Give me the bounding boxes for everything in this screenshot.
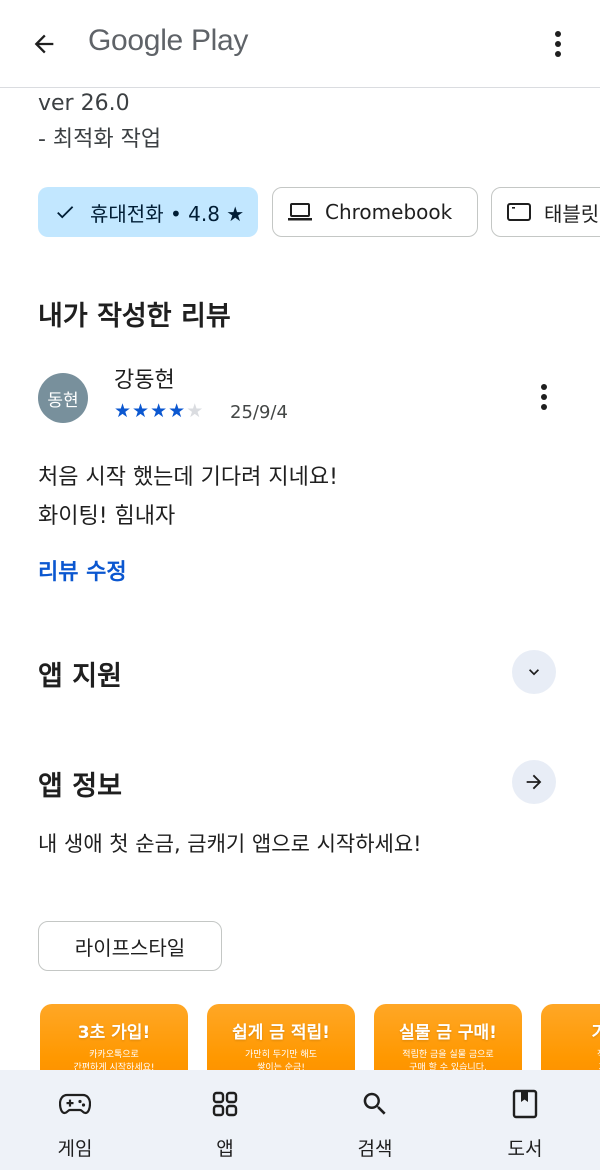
screenshot-headline: 3초 가입!: [77, 1023, 151, 1043]
chip-chromebook-label: Chromebook: [325, 200, 453, 224]
laptop-icon: [287, 199, 313, 225]
nav-label: 앱: [216, 1138, 234, 1160]
review-text-line: 처음 시작 했는데 기다려 지네요!: [38, 465, 338, 490]
update-note: - 최적화 작업: [38, 127, 162, 152]
screenshot-card[interactable]: 실물 금 구매! 적립한 금을 실물 금으로 구매 할 수 있습니다.: [374, 1004, 522, 1074]
top-app-bar: Google Play: [0, 0, 600, 88]
book-icon: [509, 1088, 541, 1120]
chip-tablet[interactable]: 태블릿: [491, 187, 600, 237]
review-text-line: 화이팅! 힘내자: [38, 504, 176, 529]
chip-phone-label: 휴대전화 • 4.8 ★: [90, 201, 245, 226]
edit-review-link[interactable]: 리뷰 수정: [38, 554, 127, 586]
nav-label: 검색: [357, 1138, 393, 1160]
nav-label: 도서: [507, 1138, 543, 1160]
nav-label: 게임: [57, 1138, 93, 1160]
about-app-title: 앱 정보: [38, 771, 122, 802]
gamepad-icon: [59, 1088, 91, 1120]
nav-item-books[interactable]: 도서: [450, 1070, 600, 1170]
avatar: 동현: [38, 373, 88, 423]
screenshot-subtext: 카카오톡으로: [89, 1050, 139, 1060]
screenshot-subtext: 가만히 두기만 해도: [245, 1050, 317, 1060]
arrow-right-icon: [526, 774, 542, 790]
review-text: 처음 시작 했는데 기다려 지네요! 화이팅! 힘내자: [38, 458, 338, 536]
device-chips: 휴대전화 • 4.8 ★ Chromebook 태블릿: [38, 187, 600, 239]
apps-grid-icon: [209, 1088, 241, 1120]
category-chip[interactable]: 라이프스타일: [38, 921, 222, 971]
my-review-title: 내가 작성한 리뷰: [38, 301, 231, 332]
app-description: 내 생애 첫 순금, 금캐기 앱으로 시작하세요!: [38, 832, 422, 856]
bottom-navigation: 게임 앱 검색 도서: [0, 1070, 600, 1170]
screenshot-subtext: 적립한 금을 실물 금으로: [402, 1050, 494, 1060]
more-vert-icon[interactable]: [546, 26, 570, 62]
screenshot-card[interactable]: 3초 가입! 카카오톡으로 간편하게 시작하세요!: [40, 1004, 188, 1074]
screenshot-card[interactable]: 기프티 적립한 금 기프티콘: [541, 1004, 600, 1074]
chip-phone[interactable]: 휴대전화 • 4.8 ★: [38, 187, 258, 237]
chevron-down-icon: [529, 669, 539, 676]
tablet-icon: [506, 199, 532, 225]
star-filled-icon: ★: [132, 400, 151, 422]
reviewer-name: 강동현: [114, 368, 175, 393]
nav-item-search[interactable]: 검색: [300, 1070, 450, 1170]
expand-app-support-button[interactable]: [512, 650, 556, 694]
review-date: 25/9/4: [230, 402, 288, 423]
check-icon: [52, 199, 78, 225]
screenshot-headline: 실물 금 구매!: [399, 1023, 497, 1043]
star-rating: ★★★★★: [114, 400, 204, 422]
star-filled-icon: ★: [168, 400, 187, 422]
screenshot-subtext: 적립한 금: [541, 1049, 600, 1062]
whats-new-text: ver 26.0 - 최적화 작업: [38, 86, 161, 158]
nav-item-apps[interactable]: 앱: [150, 1070, 300, 1170]
back-arrow-icon[interactable]: [26, 26, 62, 62]
chip-tablet-label: 태블릿: [544, 201, 600, 226]
star-filled-icon: ★: [150, 400, 169, 422]
chip-chromebook[interactable]: Chromebook: [272, 187, 478, 237]
search-icon: [359, 1088, 391, 1120]
about-app-arrow-button[interactable]: [512, 760, 556, 804]
google-play-logo: Google Play: [88, 24, 249, 57]
screenshot-carousel[interactable]: 3초 가입! 카카오톡으로 간편하게 시작하세요! 쉽게 금 적립! 가만히 두…: [0, 1004, 600, 1074]
app-support-title: 앱 지원: [38, 661, 122, 692]
screenshot-headline: 쉽게 금 적립!: [232, 1023, 330, 1043]
screenshot-card[interactable]: 쉽게 금 적립! 가만히 두기만 해도 쌓이는 순금!: [207, 1004, 355, 1074]
star-empty-icon: ★: [186, 400, 205, 422]
screenshot-headline: 기프티: [591, 1023, 600, 1043]
star-filled-icon: ★: [114, 400, 133, 422]
nav-item-games[interactable]: 게임: [0, 1070, 150, 1170]
version-text: ver 26.0: [38, 91, 130, 116]
review-more-icon[interactable]: [532, 382, 556, 412]
